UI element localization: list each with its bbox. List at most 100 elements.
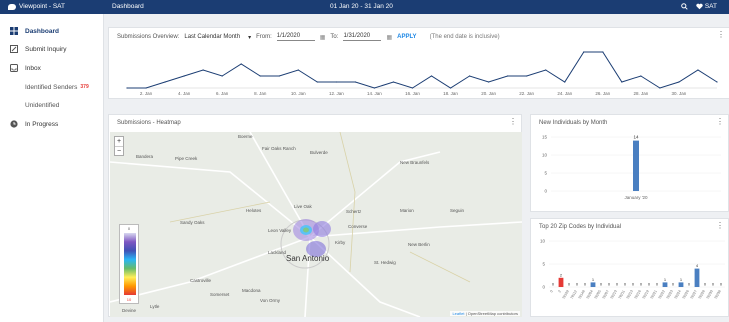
data-label: 0 bbox=[616, 282, 619, 287]
x-tick-label: 28. Jan bbox=[633, 91, 648, 96]
from-date-input[interactable]: 1/1/2020 bbox=[276, 33, 315, 41]
data-label: 0 bbox=[608, 282, 611, 287]
individuals-bar-chart: 0 5 10 15 14 January '20 bbox=[542, 135, 721, 200]
x-tick-label: 6. Jan bbox=[216, 91, 229, 96]
brand-name: Viewpoint - SAT bbox=[19, 3, 66, 10]
legend-max: 10 bbox=[126, 297, 132, 302]
data-point bbox=[373, 87, 376, 89]
sidebar-item-label: In Progress bbox=[25, 120, 59, 128]
x-tick-label: 30. Jan bbox=[672, 91, 687, 96]
zip-codes-bar-chart: 0510002207810907811207814817820407820507… bbox=[540, 239, 725, 300]
brand[interactable]: Viewpoint - SAT bbox=[8, 3, 65, 10]
map-place-label: Somerset bbox=[210, 292, 230, 297]
calendar-icon[interactable]: ▦ bbox=[386, 34, 392, 41]
data-point bbox=[602, 51, 604, 53]
osm-attribution[interactable]: | OpenStreetMap contributors bbox=[466, 311, 518, 316]
apply-button[interactable]: APPLY bbox=[397, 34, 416, 40]
zoom-control: + − bbox=[114, 136, 124, 156]
sidebar-item-dashboard[interactable]: Dashboard bbox=[0, 24, 104, 38]
heatmap-map[interactable]: Boerne Fair Oaks Ranch Bulverde New Brau… bbox=[110, 132, 522, 317]
legend-min: 0 bbox=[127, 226, 131, 231]
sidebar-item-in-progress[interactable]: In Progress bbox=[0, 117, 104, 131]
x-tick-label: 2. Jan bbox=[140, 91, 153, 96]
to-date-input[interactable]: 1/31/2020 bbox=[343, 33, 382, 41]
zip-codes-card: Top 20 Zip Codes by Individual ⋮ 0 5 10 0 0 2… bbox=[530, 218, 729, 317]
map-place-label: Boerne bbox=[238, 134, 253, 139]
data-label: 0 bbox=[576, 282, 579, 287]
x-tick-label: 2 bbox=[557, 289, 561, 293]
map-place-label: San Antonio bbox=[286, 254, 330, 263]
x-tick-label: 78210 bbox=[610, 289, 618, 299]
data-point bbox=[164, 81, 166, 83]
map-place-label: New Braunfels bbox=[400, 160, 430, 165]
count-badge: 379 bbox=[80, 84, 89, 90]
more-options-icon[interactable]: ⋮ bbox=[717, 31, 725, 39]
y-tick-label: 0 bbox=[544, 189, 547, 194]
zoom-in-button[interactable]: + bbox=[115, 137, 123, 146]
inbox-icon bbox=[10, 64, 18, 72]
data-point bbox=[488, 81, 490, 83]
x-tick-label: 78109 bbox=[562, 289, 570, 299]
leaflet-link[interactable]: Leaflet bbox=[452, 311, 464, 316]
new-individuals-card: New Individuals by Month ⋮ 0 5 10 15 14 Janua… bbox=[530, 114, 729, 212]
user-name: SAT bbox=[704, 3, 717, 10]
sidebar-item-inbox[interactable]: Inbox bbox=[0, 61, 104, 75]
data-point bbox=[278, 75, 280, 77]
y-tick-label: 5 bbox=[542, 262, 545, 267]
inquiry-icon bbox=[10, 45, 18, 53]
overview-filters: Submissions Overview: Last Calendar Mont… bbox=[117, 33, 500, 41]
top-tools: SAT bbox=[681, 3, 717, 10]
map-place-label: Schertz bbox=[346, 209, 362, 214]
data-point bbox=[221, 75, 223, 77]
user-menu[interactable]: SAT bbox=[696, 3, 717, 10]
data-point bbox=[411, 87, 414, 89]
overview-label: Submissions Overview: bbox=[117, 34, 180, 40]
data-label: 0 bbox=[656, 282, 659, 287]
chat-bubble-icon bbox=[8, 3, 16, 10]
data-point bbox=[202, 69, 204, 71]
data-point bbox=[145, 87, 147, 89]
data-point bbox=[640, 75, 642, 77]
heatmap-title: Submissions - Heatmap bbox=[117, 120, 181, 126]
calendar-icon[interactable]: ▦ bbox=[320, 34, 326, 41]
more-options-icon[interactable]: ⋮ bbox=[509, 118, 517, 126]
map-place-label: Sandy Oaks bbox=[180, 220, 205, 225]
legend-gradient bbox=[124, 233, 136, 295]
data-label: 0 bbox=[704, 282, 707, 287]
data-point bbox=[564, 81, 566, 83]
more-options-icon[interactable]: ⋮ bbox=[716, 222, 724, 230]
more-options-icon[interactable]: ⋮ bbox=[716, 118, 724, 126]
x-tick-label: 14. Jan bbox=[367, 91, 382, 96]
sidebar-item-unidentified[interactable]: Unidentified bbox=[0, 98, 104, 112]
period-value: Last Calendar Month bbox=[184, 34, 241, 40]
map-place-label: Lytle bbox=[150, 304, 160, 309]
data-point bbox=[449, 87, 452, 89]
period-select[interactable]: Last Calendar Month ▾ bbox=[184, 34, 251, 41]
map-place-label: Devine bbox=[122, 308, 137, 313]
sidebar-item-label: Submit Inquiry bbox=[25, 45, 67, 53]
data-point bbox=[545, 69, 547, 71]
map-place-label: Lackland bbox=[268, 250, 287, 255]
search-icon[interactable] bbox=[681, 3, 688, 10]
dashboard-icon bbox=[10, 27, 18, 35]
sidebar-item-identified-senders[interactable]: Identified Senders 379 bbox=[0, 80, 104, 94]
data-point bbox=[354, 81, 356, 83]
clock-icon bbox=[10, 120, 18, 128]
data-label: 14 bbox=[633, 135, 639, 140]
sidebar-item-submit-inquiry[interactable]: Submit Inquiry bbox=[0, 42, 104, 56]
sidebar-item-label: Dashboard bbox=[25, 27, 59, 35]
map-place-label: Bulverde bbox=[310, 150, 328, 155]
individuals-title: New Individuals by Month bbox=[539, 120, 608, 126]
y-tick-label: 15 bbox=[542, 135, 548, 140]
data-point bbox=[297, 69, 299, 71]
data-point bbox=[126, 87, 128, 89]
map-place-label: Leon Valley bbox=[268, 228, 292, 233]
y-tick-label: 0 bbox=[542, 285, 545, 290]
data-label: 0 bbox=[600, 282, 603, 287]
sidebar-item-label: Unidentified bbox=[25, 101, 60, 109]
x-tick-label: 4. Jan bbox=[178, 91, 191, 96]
sidebar-item-label: Identified Senders bbox=[25, 83, 78, 91]
zoom-out-button[interactable]: − bbox=[115, 146, 123, 155]
chevron-down-icon: ▾ bbox=[248, 34, 252, 41]
data-label: 0 bbox=[688, 282, 691, 287]
